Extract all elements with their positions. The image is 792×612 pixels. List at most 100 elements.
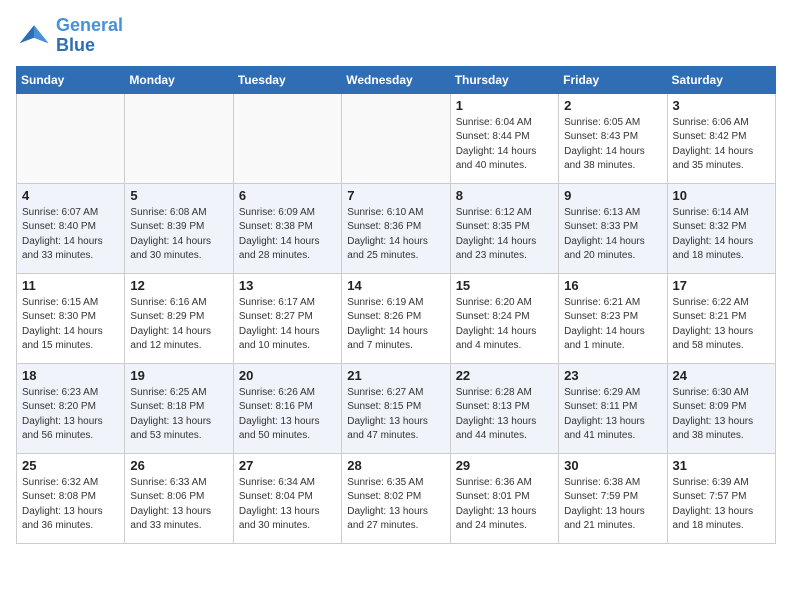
day-number: 30 xyxy=(564,458,661,473)
calendar-header-row: SundayMondayTuesdayWednesdayThursdayFrid… xyxy=(17,66,776,93)
day-number: 6 xyxy=(239,188,336,203)
day-info: Sunrise: 6:23 AM Sunset: 8:20 PM Dayligh… xyxy=(22,386,119,444)
day-number: 7 xyxy=(347,188,444,203)
day-info: Sunrise: 6:27 AM Sunset: 8:15 PM Dayligh… xyxy=(347,386,444,444)
day-number: 27 xyxy=(239,458,336,473)
day-number: 31 xyxy=(673,458,770,473)
calendar-cell: 15 Sunrise: 6:20 AM Sunset: 8:24 PM Dayli… xyxy=(450,273,558,363)
logo-icon xyxy=(16,18,52,54)
calendar-col-header: Wednesday xyxy=(342,66,450,93)
day-info: Sunrise: 6:10 AM Sunset: 8:36 PM Dayligh… xyxy=(347,206,444,264)
logo-text: General Blue xyxy=(56,16,123,56)
day-number: 2 xyxy=(564,98,661,113)
calendar-week-row: 18 Sunrise: 6:23 AM Sunset: 8:20 PM Dayli… xyxy=(17,363,776,453)
calendar-cell: 27 Sunrise: 6:34 AM Sunset: 8:04 PM Dayli… xyxy=(233,453,341,543)
calendar-week-row: 4 Sunrise: 6:07 AM Sunset: 8:40 PM Daylig… xyxy=(17,183,776,273)
day-info: Sunrise: 6:36 AM Sunset: 8:01 PM Dayligh… xyxy=(456,476,553,534)
day-info: Sunrise: 6:32 AM Sunset: 8:08 PM Dayligh… xyxy=(22,476,119,534)
day-number: 20 xyxy=(239,368,336,383)
calendar-cell: 30 Sunrise: 6:38 AM Sunset: 7:59 PM Dayli… xyxy=(559,453,667,543)
calendar-col-header: Thursday xyxy=(450,66,558,93)
calendar-cell xyxy=(342,93,450,183)
day-number: 9 xyxy=(564,188,661,203)
day-info: Sunrise: 6:35 AM Sunset: 8:02 PM Dayligh… xyxy=(347,476,444,534)
logo: General Blue xyxy=(16,16,123,56)
day-info: Sunrise: 6:15 AM Sunset: 8:30 PM Dayligh… xyxy=(22,296,119,354)
calendar-cell: 2 Sunrise: 6:05 AM Sunset: 8:43 PM Daylig… xyxy=(559,93,667,183)
day-info: Sunrise: 6:20 AM Sunset: 8:24 PM Dayligh… xyxy=(456,296,553,354)
day-number: 12 xyxy=(130,278,227,293)
calendar-cell: 31 Sunrise: 6:39 AM Sunset: 7:57 PM Dayli… xyxy=(667,453,775,543)
calendar-cell: 5Sunrise: 6:08 AM Sunset: 8:39 PM Daylig… xyxy=(125,183,233,273)
calendar-cell: 22 Sunrise: 6:28 AM Sunset: 8:13 PM Dayli… xyxy=(450,363,558,453)
day-number: 14 xyxy=(347,278,444,293)
calendar-cell xyxy=(233,93,341,183)
day-info: Sunrise: 6:28 AM Sunset: 8:13 PM Dayligh… xyxy=(456,386,553,444)
day-number: 10 xyxy=(673,188,770,203)
calendar-week-row: 11 Sunrise: 6:15 AM Sunset: 8:30 PM Dayli… xyxy=(17,273,776,363)
day-number: 18 xyxy=(22,368,119,383)
calendar-cell: 17Sunrise: 6:22 AM Sunset: 8:21 PM Dayli… xyxy=(667,273,775,363)
calendar-cell: 9 Sunrise: 6:13 AM Sunset: 8:33 PM Daylig… xyxy=(559,183,667,273)
day-info: Sunrise: 6:08 AM Sunset: 8:39 PM Dayligh… xyxy=(130,206,227,264)
day-info: Sunrise: 6:22 AM Sunset: 8:21 PM Dayligh… xyxy=(673,296,770,354)
day-number: 29 xyxy=(456,458,553,473)
day-info: Sunrise: 6:07 AM Sunset: 8:40 PM Dayligh… xyxy=(22,206,119,264)
calendar-cell: 11 Sunrise: 6:15 AM Sunset: 8:30 PM Dayli… xyxy=(17,273,125,363)
day-number: 4 xyxy=(22,188,119,203)
calendar-col-header: Monday xyxy=(125,66,233,93)
calendar-cell: 16 Sunrise: 6:21 AM Sunset: 8:23 PM Dayli… xyxy=(559,273,667,363)
calendar-cell: 12Sunrise: 6:16 AM Sunset: 8:29 PM Dayli… xyxy=(125,273,233,363)
calendar-cell: 8Sunrise: 6:12 AM Sunset: 8:35 PM Daylig… xyxy=(450,183,558,273)
day-info: Sunrise: 6:04 AM Sunset: 8:44 PM Dayligh… xyxy=(456,116,553,174)
calendar-cell: 26 Sunrise: 6:33 AM Sunset: 8:06 PM Dayli… xyxy=(125,453,233,543)
day-number: 15 xyxy=(456,278,553,293)
calendar-cell: 3 Sunrise: 6:06 AM Sunset: 8:42 PM Daylig… xyxy=(667,93,775,183)
calendar-col-header: Tuesday xyxy=(233,66,341,93)
day-number: 3 xyxy=(673,98,770,113)
day-number: 11 xyxy=(22,278,119,293)
calendar-cell: 20 Sunrise: 6:26 AM Sunset: 8:16 PM Dayli… xyxy=(233,363,341,453)
day-number: 19 xyxy=(130,368,227,383)
day-info: Sunrise: 6:21 AM Sunset: 8:23 PM Dayligh… xyxy=(564,296,661,354)
day-number: 24 xyxy=(673,368,770,383)
calendar-cell xyxy=(125,93,233,183)
day-number: 22 xyxy=(456,368,553,383)
calendar-col-header: Saturday xyxy=(667,66,775,93)
day-number: 23 xyxy=(564,368,661,383)
calendar-cell xyxy=(17,93,125,183)
day-info: Sunrise: 6:14 AM Sunset: 8:32 PM Dayligh… xyxy=(673,206,770,264)
day-number: 21 xyxy=(347,368,444,383)
day-info: Sunrise: 6:05 AM Sunset: 8:43 PM Dayligh… xyxy=(564,116,661,174)
day-number: 1 xyxy=(456,98,553,113)
calendar-cell: 7 Sunrise: 6:10 AM Sunset: 8:36 PM Daylig… xyxy=(342,183,450,273)
day-info: Sunrise: 6:34 AM Sunset: 8:04 PM Dayligh… xyxy=(239,476,336,534)
day-info: Sunrise: 6:26 AM Sunset: 8:16 PM Dayligh… xyxy=(239,386,336,444)
calendar-week-row: 1 Sunrise: 6:04 AM Sunset: 8:44 PM Daylig… xyxy=(17,93,776,183)
calendar-cell: 4 Sunrise: 6:07 AM Sunset: 8:40 PM Daylig… xyxy=(17,183,125,273)
day-number: 25 xyxy=(22,458,119,473)
day-info: Sunrise: 6:17 AM Sunset: 8:27 PM Dayligh… xyxy=(239,296,336,354)
calendar-cell: 25 Sunrise: 6:32 AM Sunset: 8:08 PM Dayli… xyxy=(17,453,125,543)
day-number: 13 xyxy=(239,278,336,293)
day-info: Sunrise: 6:29 AM Sunset: 8:11 PM Dayligh… xyxy=(564,386,661,444)
calendar-week-row: 25 Sunrise: 6:32 AM Sunset: 8:08 PM Dayli… xyxy=(17,453,776,543)
day-info: Sunrise: 6:39 AM Sunset: 7:57 PM Dayligh… xyxy=(673,476,770,534)
day-info: Sunrise: 6:06 AM Sunset: 8:42 PM Dayligh… xyxy=(673,116,770,174)
header: General Blue xyxy=(16,16,776,56)
day-info: Sunrise: 6:13 AM Sunset: 8:33 PM Dayligh… xyxy=(564,206,661,264)
calendar-cell: 13 Sunrise: 6:17 AM Sunset: 8:27 PM Dayli… xyxy=(233,273,341,363)
day-info: Sunrise: 6:09 AM Sunset: 8:38 PM Dayligh… xyxy=(239,206,336,264)
day-info: Sunrise: 6:30 AM Sunset: 8:09 PM Dayligh… xyxy=(673,386,770,444)
day-info: Sunrise: 6:19 AM Sunset: 8:26 PM Dayligh… xyxy=(347,296,444,354)
calendar-cell: 10 Sunrise: 6:14 AM Sunset: 8:32 PM Dayli… xyxy=(667,183,775,273)
day-number: 16 xyxy=(564,278,661,293)
calendar-cell: 23 Sunrise: 6:29 AM Sunset: 8:11 PM Dayli… xyxy=(559,363,667,453)
day-info: Sunrise: 6:25 AM Sunset: 8:18 PM Dayligh… xyxy=(130,386,227,444)
calendar-cell: 18 Sunrise: 6:23 AM Sunset: 8:20 PM Dayli… xyxy=(17,363,125,453)
day-info: Sunrise: 6:38 AM Sunset: 7:59 PM Dayligh… xyxy=(564,476,661,534)
day-info: Sunrise: 6:33 AM Sunset: 8:06 PM Dayligh… xyxy=(130,476,227,534)
day-number: 26 xyxy=(130,458,227,473)
day-info: Sunrise: 6:12 AM Sunset: 8:35 PM Dayligh… xyxy=(456,206,553,264)
calendar-cell: 19 Sunrise: 6:25 AM Sunset: 8:18 PM Dayli… xyxy=(125,363,233,453)
